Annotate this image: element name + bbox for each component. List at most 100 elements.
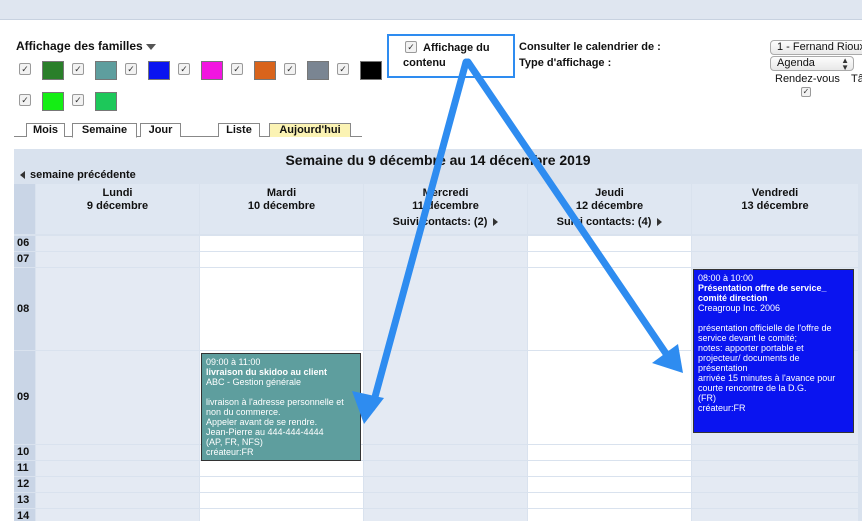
chevron-down-icon bbox=[145, 43, 156, 50]
time-slot-12-day-4[interactable] bbox=[528, 477, 691, 492]
family-color-swatch-2 bbox=[95, 61, 117, 80]
time-slot-12-day-1[interactable] bbox=[36, 477, 199, 492]
family-checkbox-1[interactable]: ✓ bbox=[19, 63, 31, 75]
calendar-event[interactable]: 08:00 à 10:00 Présentation offre de serv… bbox=[693, 269, 854, 433]
event-note: projecteur/ documents de bbox=[698, 353, 800, 363]
time-slot-14-day-5[interactable] bbox=[692, 509, 858, 521]
event-time: 08:00 à 10:00 bbox=[698, 273, 754, 283]
time-slot-10-day-1[interactable] bbox=[36, 445, 199, 460]
event-note: courte rencontre de la D.G. bbox=[698, 383, 807, 393]
calendar-event[interactable]: 09:00 à 11:00 livraison du skidoo au cli… bbox=[201, 353, 361, 461]
time-slot-13-day-1[interactable] bbox=[36, 493, 199, 508]
event-creator: créateur:FR bbox=[206, 447, 254, 457]
time-slot-07-day-1[interactable] bbox=[36, 252, 199, 267]
tab-semaine[interactable]: Semaine bbox=[72, 123, 137, 138]
time-slot-10-day-3[interactable] bbox=[364, 445, 527, 460]
user-select-value: 1 - Fernand Rioux bbox=[777, 41, 862, 53]
time-slot-11-day-1[interactable] bbox=[36, 461, 199, 476]
family-checkbox-3[interactable]: ✓ bbox=[125, 63, 137, 75]
event-company: Creagroup Inc. 2006 bbox=[698, 303, 781, 313]
family-color-swatch-4 bbox=[201, 61, 223, 80]
time-slot-06-day-2[interactable] bbox=[200, 236, 363, 251]
tab-mois[interactable]: Mois bbox=[26, 123, 65, 137]
arrow-right-icon bbox=[493, 218, 499, 227]
event-note: non du commerce. bbox=[206, 407, 281, 417]
rendezvous-checkbox[interactable]: ✓ bbox=[801, 87, 811, 97]
family-color-swatch-7 bbox=[360, 61, 382, 80]
family-checkbox-4[interactable]: ✓ bbox=[178, 63, 190, 75]
family-checkbox-7[interactable]: ✓ bbox=[337, 63, 349, 75]
tab-aujourdhui[interactable]: Aujourd'hui bbox=[269, 123, 351, 137]
time-slot-11-day-5[interactable] bbox=[692, 461, 858, 476]
time-slot-14-day-4[interactable] bbox=[528, 509, 691, 521]
family-checkbox-9[interactable]: ✓ bbox=[72, 94, 84, 106]
time-slot-09-day-4[interactable] bbox=[528, 351, 691, 444]
time-slot-13-day-5[interactable] bbox=[692, 493, 858, 508]
tab-liste[interactable]: Liste bbox=[218, 123, 260, 137]
event-note: notes: apporter portable et bbox=[698, 343, 804, 353]
time-slot-09-day-3[interactable] bbox=[364, 351, 527, 444]
week-calendar: Semaine du 9 décembre au 14 décembre 201… bbox=[14, 149, 862, 521]
time-slot-13-day-2[interactable] bbox=[200, 493, 363, 508]
event-note: Appeler avant de se rendre. bbox=[206, 417, 318, 427]
time-slot-13-day-3[interactable] bbox=[364, 493, 527, 508]
time-slot-11-day-3[interactable] bbox=[364, 461, 527, 476]
previous-week-link[interactable]: semaine précédente bbox=[20, 169, 136, 181]
family-checkbox-2[interactable]: ✓ bbox=[72, 63, 84, 75]
hour-label-06: 06 bbox=[14, 236, 35, 251]
event-creator: créateur:FR bbox=[698, 403, 746, 413]
suivi-contacts-label: Suivi contacts: (4) bbox=[556, 216, 652, 228]
time-slot-07-day-2[interactable] bbox=[200, 252, 363, 267]
day-name: Mardi bbox=[266, 187, 297, 199]
event-note: présentation bbox=[698, 363, 748, 373]
time-slot-09-day-1[interactable] bbox=[36, 351, 199, 444]
time-slot-14-day-3[interactable] bbox=[364, 509, 527, 521]
time-slot-07-day-4[interactable] bbox=[528, 252, 691, 267]
display-type-label: Type d'affichage : bbox=[519, 57, 612, 69]
hour-label-13: 13 bbox=[14, 493, 35, 508]
time-slot-12-day-5[interactable] bbox=[692, 477, 858, 492]
time-slot-08-day-2[interactable] bbox=[200, 268, 363, 350]
event-note: arrivée 15 minutes à l'avance pour bbox=[698, 373, 836, 383]
content-display-highlight: Affichage du contenu ✓ bbox=[387, 34, 515, 78]
family-color-swatch-9 bbox=[95, 92, 117, 111]
tab-jour[interactable]: Jour bbox=[140, 123, 181, 137]
suivi-contacts-link-jeudi[interactable]: Suivi contacts: (4) bbox=[528, 216, 691, 229]
day-header-lundi: Lundi 9 décembre bbox=[36, 184, 199, 234]
family-checkbox-8[interactable]: ✓ bbox=[19, 94, 31, 106]
event-title: livraison du skidoo au client bbox=[206, 367, 328, 377]
time-slot-14-day-1[interactable] bbox=[36, 509, 199, 521]
time-slot-10-day-5[interactable] bbox=[692, 445, 858, 460]
time-slot-11-day-4[interactable] bbox=[528, 461, 691, 476]
content-display-checkbox[interactable]: ✓ bbox=[405, 41, 417, 53]
hour-label-07: 07 bbox=[14, 252, 35, 267]
time-slot-11-day-2[interactable] bbox=[200, 461, 363, 476]
time-slot-06-day-4[interactable] bbox=[528, 236, 691, 251]
suivi-contacts-label: Suivi contacts: (2) bbox=[392, 216, 488, 228]
time-slot-08-day-4[interactable] bbox=[528, 268, 691, 350]
day-header-mardi: Mardi 10 décembre bbox=[200, 184, 363, 234]
rendezvous-label: Rendez-vous bbox=[775, 73, 840, 85]
display-type-value: Agenda bbox=[777, 57, 815, 69]
display-type-select[interactable]: Agenda ▲ ▼ bbox=[770, 56, 854, 71]
day-name: Mercredi bbox=[422, 187, 469, 199]
family-checkbox-6[interactable]: ✓ bbox=[284, 63, 296, 75]
time-slot-07-day-3[interactable] bbox=[364, 252, 527, 267]
suivi-contacts-link-mercredi[interactable]: Suivi contacts: (2) bbox=[364, 216, 527, 229]
time-slot-12-day-2[interactable] bbox=[200, 477, 363, 492]
time-slot-13-day-4[interactable] bbox=[528, 493, 691, 508]
families-dropdown[interactable]: Affichage des familles bbox=[16, 39, 156, 53]
time-slot-07-day-5[interactable] bbox=[692, 252, 858, 267]
day-date: 10 décembre bbox=[247, 200, 316, 212]
time-slot-06-day-5[interactable] bbox=[692, 236, 858, 251]
family-checkbox-5[interactable]: ✓ bbox=[231, 63, 243, 75]
arrow-right-icon bbox=[657, 218, 663, 227]
time-slot-08-day-1[interactable] bbox=[36, 268, 199, 350]
time-slot-08-day-3[interactable] bbox=[364, 268, 527, 350]
time-slot-06-day-3[interactable] bbox=[364, 236, 527, 251]
time-slot-12-day-3[interactable] bbox=[364, 477, 527, 492]
time-slot-14-day-2[interactable] bbox=[200, 509, 363, 521]
time-slot-06-day-1[interactable] bbox=[36, 236, 199, 251]
user-select[interactable]: 1 - Fernand Rioux bbox=[770, 40, 862, 55]
time-slot-10-day-4[interactable] bbox=[528, 445, 691, 460]
